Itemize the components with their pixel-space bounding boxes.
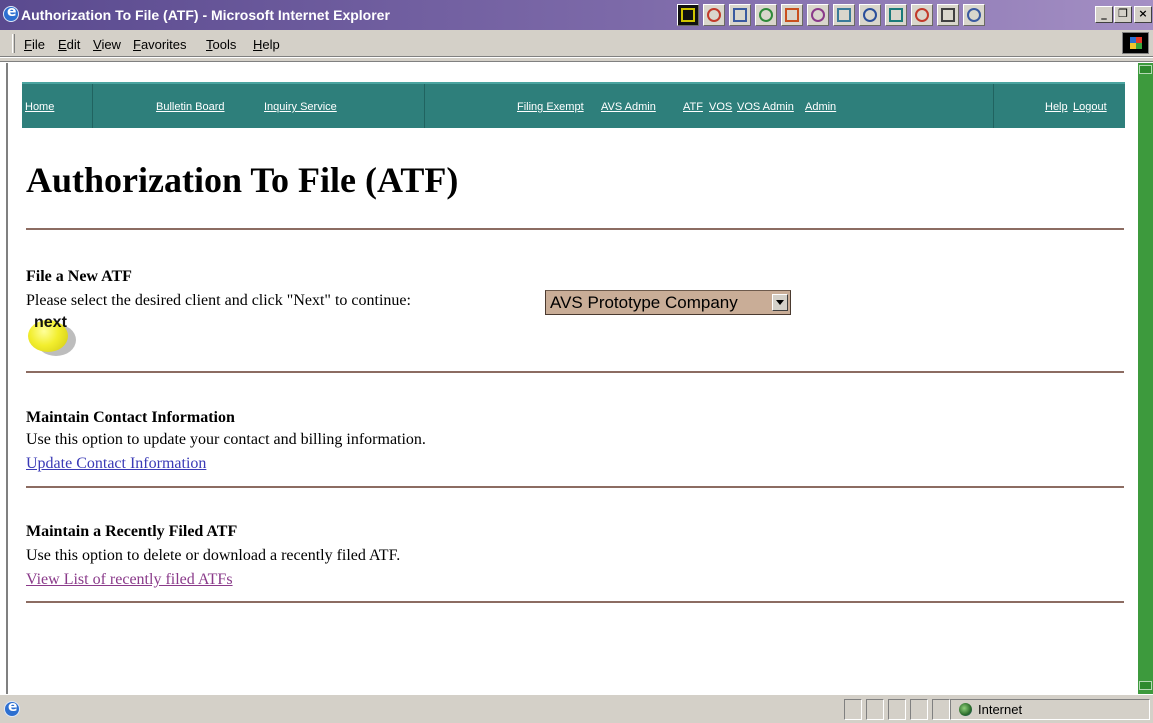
nav-link-help[interactable]: Help	[1045, 101, 1068, 113]
next-button-label: next	[34, 314, 67, 331]
toolbar-grip	[12, 34, 15, 53]
nav-cell-help: Help Logout	[994, 84, 1125, 128]
section-title-new-atf: File a New ATF	[26, 268, 132, 285]
word-icon[interactable]	[729, 4, 751, 26]
nav-cell-bulletin: Bulletin Board Inquiry Service	[93, 84, 425, 128]
nav-link-bulletin-board[interactable]: Bulletin Board	[156, 101, 225, 113]
search-icon-glyph	[967, 8, 981, 22]
title-bar: Authorization To File (ATF) - Microsoft …	[0, 0, 1153, 30]
nav-cell-home: Home	[22, 84, 93, 128]
scroll-down-arrow[interactable]	[1139, 681, 1152, 690]
scroll-up-arrow[interactable]	[1139, 65, 1152, 74]
nav-link-home[interactable]: Home	[25, 101, 54, 113]
client-select-value: AVS Prototype Company	[550, 293, 738, 312]
divider	[26, 486, 1124, 488]
maximize-button[interactable]: ❐	[1114, 6, 1132, 23]
divider	[26, 228, 1124, 230]
minimize-button[interactable]: _	[1095, 6, 1113, 23]
monitor-icon[interactable]	[885, 4, 907, 26]
chevron-down-icon[interactable]	[772, 294, 788, 311]
calculator-icon[interactable]	[833, 4, 855, 26]
divider	[26, 371, 1124, 373]
search-icon[interactable]	[963, 4, 985, 26]
windows-logo-icon	[1130, 37, 1142, 49]
nav-link-admin[interactable]: Admin	[805, 101, 836, 113]
pdf-icon-glyph	[915, 8, 929, 22]
nav-link-logout[interactable]: Logout	[1073, 101, 1107, 113]
next-button[interactable]: next	[26, 314, 88, 356]
section-title-contact: Maintain Contact Information	[26, 409, 235, 426]
menu-view[interactable]: View	[93, 37, 121, 52]
refresh-icon-glyph	[707, 8, 721, 22]
excel-icon[interactable]	[755, 4, 777, 26]
zone-label: Internet	[978, 702, 1023, 717]
status-panel	[888, 699, 906, 720]
status-panel	[844, 699, 862, 720]
status-panel	[866, 699, 884, 720]
recent-description: Use this option to delete or download a …	[26, 547, 401, 564]
zone-panel: Internet	[950, 699, 1150, 720]
menu-bar: File Edit View Favorites Tools Help	[0, 30, 1153, 57]
nav-link-avs-admin[interactable]: AVS Admin	[601, 101, 656, 113]
network-icon[interactable]	[859, 4, 881, 26]
powerpoint-icon[interactable]	[781, 4, 803, 26]
nav-link-vos-admin[interactable]: VOS Admin	[737, 101, 794, 113]
close-button[interactable]: ×	[1134, 6, 1152, 23]
menu-edit[interactable]: Edit	[58, 37, 80, 52]
view-recent-atfs-link[interactable]: View List of recently filed ATFs	[26, 571, 233, 589]
menu-favorites[interactable]: Favorites	[133, 37, 186, 52]
network-icon-glyph	[863, 8, 877, 22]
window-icon[interactable]	[937, 4, 959, 26]
powerpoint-icon-glyph	[785, 8, 799, 22]
nav-link-atf[interactable]: ATF	[683, 101, 703, 113]
toolbar-separator	[0, 58, 1153, 62]
windows-logo-throbber	[1122, 32, 1149, 54]
menu-tools[interactable]: Tools	[206, 37, 236, 52]
new-atf-instruction: Please select the desired client and cli…	[26, 292, 411, 309]
status-bar: Internet	[0, 694, 1153, 723]
pen-icon-glyph	[811, 8, 825, 22]
menu-file[interactable]: File	[24, 37, 45, 52]
status-panel	[932, 699, 950, 720]
page-icon	[4, 699, 20, 717]
nav-cell-admin: Filing Exempt AVS Admin ATF VOS VOS Admi…	[425, 84, 994, 128]
window-icon-glyph	[941, 8, 955, 22]
monitor-icon-glyph	[889, 8, 903, 22]
excel-icon-glyph	[759, 8, 773, 22]
vertical-scrollbar[interactable]	[1138, 63, 1153, 694]
section-title-recent: Maintain a Recently Filed ATF	[26, 523, 238, 540]
site-navigation-bar: Home Bulletin Board Inquiry Service Fili…	[22, 82, 1125, 128]
pen-icon[interactable]	[807, 4, 829, 26]
page-content: Home Bulletin Board Inquiry Service Fili…	[6, 63, 1138, 694]
app-grid-icon[interactable]	[677, 4, 699, 26]
refresh-icon[interactable]	[703, 4, 725, 26]
globe-icon	[959, 703, 972, 716]
menu-help[interactable]: Help	[253, 37, 280, 52]
nav-link-filing-exempt[interactable]: Filing Exempt	[517, 101, 584, 113]
calculator-icon-glyph	[837, 8, 851, 22]
update-contact-link[interactable]: Update Contact Information	[26, 455, 206, 473]
window-title: Authorization To File (ATF) - Microsoft …	[21, 7, 390, 23]
app-grid-icon-glyph	[681, 8, 695, 22]
client-select[interactable]: AVS Prototype Company	[545, 290, 791, 315]
divider	[26, 601, 1124, 603]
status-panel	[910, 699, 928, 720]
nav-link-inquiry-service[interactable]: Inquiry Service	[264, 101, 337, 113]
word-icon-glyph	[733, 8, 747, 22]
internet-explorer-icon	[3, 4, 19, 22]
page-title: Authorization To File (ATF)	[26, 160, 459, 200]
nav-link-vos[interactable]: VOS	[709, 101, 732, 113]
contact-description: Use this option to update your contact a…	[26, 431, 426, 448]
pdf-icon[interactable]	[911, 4, 933, 26]
